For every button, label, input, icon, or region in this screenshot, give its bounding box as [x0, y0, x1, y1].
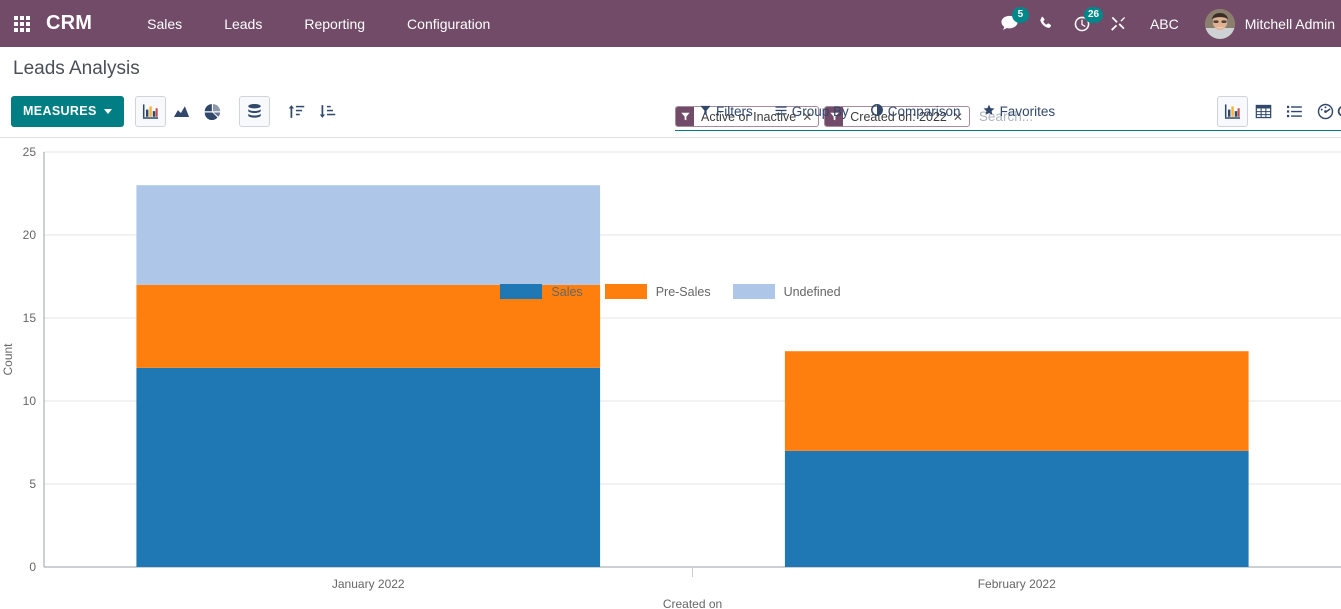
control-panel: Leads Analysis Active or Inactive ✕ Crea… — [0, 47, 1341, 138]
y-axis-tick-label: 0 — [29, 560, 36, 574]
user-menu[interactable]: Mitchell Admin — [1193, 0, 1341, 47]
pivot-view-button[interactable] — [1248, 96, 1279, 127]
list-icon — [1286, 105, 1302, 117]
stacked-bars-button[interactable] — [238, 95, 270, 127]
chart-canvas[interactable]: 0 5 10 15 20 25 Count January 2022 February 2022… — [0, 138, 1341, 609]
sort-amount-desc-icon — [319, 104, 335, 118]
favorites-dropdown[interactable]: Favorites — [972, 100, 1067, 123]
bar-chart-icon — [142, 103, 158, 119]
bar-segment-sales — [136, 367, 601, 567]
filters-label: Filters — [716, 103, 753, 119]
user-name: Mitchell Admin — [1244, 15, 1335, 32]
phone-button[interactable] — [1028, 0, 1064, 47]
developer-tools-button[interactable] — [1100, 0, 1136, 47]
group-by-label: Group By — [791, 103, 849, 119]
avatar — [1204, 8, 1235, 39]
star-icon — [983, 104, 995, 119]
debug-mode-indicator[interactable]: ABC — [1136, 16, 1193, 32]
y-axis-tick-label: 15 — [23, 311, 37, 325]
page-title: Leads Analysis — [13, 58, 140, 79]
graph-view: Sales Pre-Sales Undefined 0 5 10 15 20 25 Coun… — [0, 138, 1341, 609]
filters-dropdown[interactable]: Filters — [689, 100, 764, 123]
top-navbar: CRM Sales Leads Reporting Configuration … — [0, 0, 1341, 47]
legend-swatch — [732, 284, 775, 299]
x-axis-title: Created on — [663, 597, 722, 609]
y-axis-tick-label: 20 — [23, 228, 37, 242]
wrench-screwdriver-icon — [1111, 16, 1126, 31]
sort-ascending-button[interactable] — [281, 96, 312, 127]
comparison-dropdown[interactable]: Comparison — [860, 100, 972, 123]
half-circle-icon — [870, 103, 883, 119]
table-grid-icon — [1255, 104, 1272, 118]
list-lines-icon — [775, 104, 787, 119]
pie-chart-icon — [204, 103, 220, 120]
chart-type-button-group — [134, 95, 228, 127]
menu-item-reporting[interactable]: Reporting — [283, 0, 386, 47]
comparison-label: Comparison — [887, 103, 961, 119]
measures-label: MEASURES — [23, 104, 97, 118]
chevron-down-icon — [103, 108, 112, 114]
stack-button-group — [238, 95, 270, 127]
menu-item-sales[interactable]: Sales — [126, 0, 203, 47]
measures-button[interactable]: MEASURES — [11, 95, 124, 127]
filter-icon — [700, 104, 711, 119]
apps-menu-toggle[interactable] — [0, 0, 44, 47]
legend-item-sales[interactable]: Sales — [500, 284, 583, 299]
messages-badge: 5 — [1011, 7, 1029, 23]
list-view-button[interactable] — [1279, 96, 1310, 127]
control-panel-bottom: MEASURES Filters Group By Comparison Fav… — [0, 89, 1341, 137]
bar-segment-sales — [784, 450, 1249, 567]
dashboard-view-button[interactable] — [1310, 96, 1341, 127]
bar-chart-button[interactable] — [134, 95, 166, 127]
group-by-dropdown[interactable]: Group By — [764, 100, 860, 123]
x-axis-tick-label: January 2022 — [332, 577, 405, 591]
search-dropdown-bar: Filters Group By Comparison Favorites — [689, 100, 1066, 123]
menu-item-leads[interactable]: Leads — [203, 0, 283, 47]
legend-label: Undefined — [783, 284, 841, 299]
x-axis-tick-label: February 2022 — [978, 577, 1056, 591]
legend-item-undefined[interactable]: Undefined — [732, 284, 841, 299]
bar-segment-pre-sales — [784, 351, 1249, 451]
main-menu: Sales Leads Reporting Configuration — [126, 0, 511, 47]
database-stack-icon — [247, 103, 261, 118]
bar-chart-icon — [1224, 103, 1241, 119]
y-axis-title: Count — [1, 343, 15, 376]
apps-grid-icon — [14, 15, 30, 32]
legend-swatch — [500, 284, 543, 299]
legend-item-pre-sales[interactable]: Pre-Sales — [604, 284, 711, 299]
y-axis-tick-label: 25 — [23, 145, 37, 159]
phone-icon — [1040, 16, 1052, 28]
graph-view-button[interactable] — [1217, 95, 1248, 127]
gauge-dashboard-icon — [1317, 103, 1334, 119]
legend-label: Pre-Sales — [655, 284, 711, 299]
y-axis-tick-label: 5 — [29, 477, 36, 491]
favorites-label: Favorites — [999, 103, 1056, 119]
line-chart-button[interactable] — [166, 96, 197, 127]
navbar-systray: 5 26 ABC Mitchell Admin — [992, 0, 1341, 47]
legend-swatch — [604, 284, 647, 299]
area-chart-icon — [173, 105, 189, 117]
chart-legend: Sales Pre-Sales Undefined — [0, 284, 1341, 299]
legend-label: Sales — [551, 284, 583, 299]
activities-button[interactable]: 26 — [1064, 0, 1104, 47]
sort-button-group — [281, 96, 343, 127]
control-panel-top: Leads Analysis — [0, 47, 1341, 89]
pie-chart-button[interactable] — [197, 96, 228, 127]
menu-item-configuration[interactable]: Configuration — [386, 0, 511, 47]
sort-descending-button[interactable] — [312, 96, 343, 127]
sort-amount-asc-icon — [288, 104, 304, 118]
bar-segment-undefined — [136, 185, 601, 285]
y-axis-tick-label: 10 — [23, 394, 37, 408]
app-brand-crm[interactable]: CRM — [44, 12, 102, 35]
messages-button[interactable]: 5 — [992, 0, 1029, 47]
view-switcher — [1217, 95, 1341, 127]
